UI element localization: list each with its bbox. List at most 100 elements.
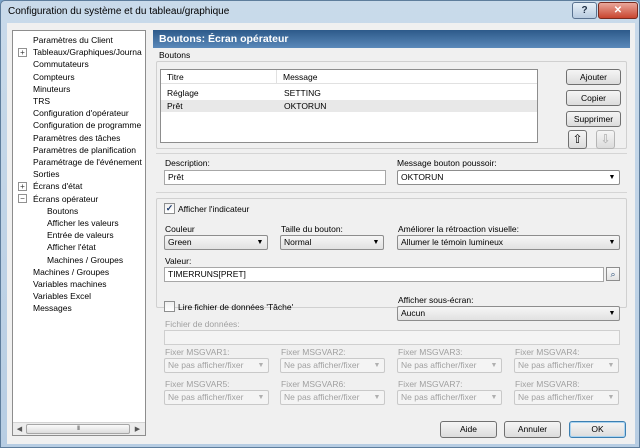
list-row[interactable]: Réglage SETTING [161, 87, 537, 99]
push-message-select[interactable]: OKTORUN ▼ [397, 170, 620, 185]
chevron-down-icon: ▼ [257, 394, 265, 401]
tree-item[interactable]: Minuteurs [32, 83, 71, 95]
column-title[interactable]: Titre [161, 70, 277, 84]
data-file-label: Fichier de données: [165, 319, 240, 329]
tree-item[interactable]: Messages [32, 302, 73, 314]
help-title-button[interactable]: ? [572, 2, 597, 19]
show-indicator-checkbox[interactable]: ✓ [164, 203, 175, 214]
tree-horizontal-scrollbar[interactable]: ◀ III ▶ [13, 422, 145, 435]
tree-item-label: Machines / Groupes [33, 266, 110, 277]
tree-item[interactable]: Écrans opérateur [32, 193, 99, 205]
scroll-thumb[interactable]: III [26, 424, 130, 434]
row-title: Prêt [167, 101, 183, 111]
tree-item[interactable]: Variables machines [32, 278, 108, 290]
collapse-icon[interactable]: − [18, 194, 27, 204]
tree-item-label: Paramètres de planification [33, 144, 137, 155]
tree-item-label: Afficher les valeurs [47, 218, 119, 228]
tree-item-label: Machines / Groupes [47, 254, 124, 265]
sub-screen-select[interactable]: Aucun ▼ [397, 306, 620, 321]
settings-tree[interactable]: Paramètres du Client Tableaux/Graphiques/… [12, 30, 146, 436]
tree-item-label: Configuration d'opérateur [33, 108, 129, 119]
row-message: SETTING [284, 88, 321, 98]
tree-item-label: Compteurs [33, 71, 75, 82]
tree-item[interactable]: Configuration de programme [32, 119, 142, 131]
separator [156, 192, 627, 193]
tree-item[interactable]: Afficher les valeurs [46, 217, 120, 229]
msgvar-value: Ne pas afficher/fixer [518, 392, 594, 402]
tree-item[interactable]: Variables Excel [32, 290, 92, 302]
tree-item[interactable]: Boutons [46, 205, 80, 217]
separator [156, 153, 627, 154]
expand-icon[interactable]: + [18, 47, 27, 57]
close-window-button[interactable]: ✕ [598, 2, 638, 19]
list-row-selected[interactable]: Prêt OKTORUN [161, 100, 537, 112]
tree-item[interactable]: Paramètres du Client [32, 34, 114, 46]
scroll-left-icon[interactable]: ◀ [14, 424, 25, 435]
tree-item[interactable]: Paramètres des tâches [32, 132, 121, 144]
panel-title: Boutons: Écran opérateur [153, 30, 630, 48]
data-file-input[interactable] [164, 330, 620, 345]
visual-feedback-label: Améliorer la rétroaction visuelle: [398, 224, 519, 234]
tree-item-label: Configuration de programme [33, 120, 142, 131]
msgvar-label: Fixer MSGVAR4: [515, 347, 580, 357]
tree-item[interactable]: Tableaux/Graphiques/Journa [32, 46, 143, 58]
tree-item[interactable]: Compteurs [32, 71, 76, 83]
tree-item[interactable]: TRS [32, 95, 51, 107]
msgvar-select[interactable]: Ne pas afficher/fixer ▼ [397, 390, 502, 405]
row-message: OKTORUN [284, 101, 327, 111]
delete-button[interactable]: Supprimer [566, 111, 621, 127]
tree-item[interactable]: Configuration d'opérateur [32, 107, 130, 119]
description-input[interactable]: Prêt [164, 170, 386, 185]
chevron-down-icon: ▼ [608, 174, 616, 181]
ok-button[interactable]: OK [569, 421, 626, 438]
list-header: Titre Message [161, 70, 537, 84]
msgvar-select[interactable]: Ne pas afficher/fixer ▼ [164, 358, 269, 373]
operator-screen-panel: Boutons: Écran opérateur Boutons Titre M… [153, 30, 630, 412]
help-button[interactable]: Aide [440, 421, 497, 438]
tree-item[interactable]: Commutateurs [32, 58, 90, 70]
config-window: Configuration du système et du tableau/g… [0, 0, 640, 448]
msgvar-select[interactable]: Ne pas afficher/fixer ▼ [514, 358, 619, 373]
value-input[interactable]: TIMERRUNS[PRET] [164, 267, 604, 282]
tree-item-label: Messages [33, 303, 72, 314]
chevron-down-icon: ▼ [608, 239, 616, 246]
tree-item[interactable]: Paramétrage de l'événement [32, 156, 143, 168]
msgvar-select[interactable]: Ne pas afficher/fixer ▼ [164, 390, 269, 405]
visual-feedback-select[interactable]: Allumer le témoin lumineux ▼ [397, 235, 620, 250]
msgvar-select[interactable]: Ne pas afficher/fixer ▼ [280, 358, 385, 373]
buttons-group-label: Boutons [159, 50, 191, 60]
msgvar-value: Ne pas afficher/fixer [284, 360, 360, 370]
msgvar-select[interactable]: Ne pas afficher/fixer ▼ [397, 358, 502, 373]
button-size-value: Normal [284, 237, 312, 247]
tree-item[interactable]: Machines / Groupes [32, 266, 110, 278]
add-button[interactable]: Ajouter [566, 69, 621, 85]
tree-item[interactable]: Paramètres de planification [32, 144, 137, 156]
move-down-button[interactable]: ⇩ [596, 130, 615, 149]
tree-item[interactable]: Écrans d'état [32, 180, 83, 192]
msgvar-select[interactable]: Ne pas afficher/fixer ▼ [514, 390, 619, 405]
tree-item-label: Écrans opérateur [33, 193, 99, 204]
tree-item[interactable]: Machines / Groupes [46, 254, 124, 266]
cancel-button[interactable]: Annuler [504, 421, 561, 438]
msgvar-value: Ne pas afficher/fixer [518, 360, 594, 370]
tree-item[interactable]: Sorties [32, 168, 60, 180]
description-label: Description: [165, 158, 210, 168]
button-size-select[interactable]: Normal ▼ [280, 235, 384, 250]
column-message[interactable]: Message [277, 70, 537, 84]
copy-button[interactable]: Copier [566, 90, 621, 106]
read-task-file-checkbox[interactable] [164, 301, 175, 312]
color-select[interactable]: Green ▼ [164, 235, 268, 250]
buttons-list[interactable]: Titre Message Réglage SETTING Prêt OKTOR… [160, 69, 538, 143]
search-icon[interactable]: ⌕ [606, 267, 620, 281]
tree-item-label: Écrans d'état [33, 181, 83, 192]
expand-icon[interactable]: + [18, 181, 27, 191]
tree-item[interactable]: Entrée de valeurs [46, 229, 115, 241]
tree-item-label: Paramètres des tâches [33, 132, 121, 143]
tree-item-label: Minuteurs [33, 83, 71, 94]
tree-item[interactable]: Afficher l'état [46, 241, 97, 253]
msgvar-select[interactable]: Ne pas afficher/fixer ▼ [280, 390, 385, 405]
move-up-button[interactable]: ⇧ [568, 130, 587, 149]
msgvar-value: Ne pas afficher/fixer [168, 392, 244, 402]
title-bar[interactable]: Configuration du système et du tableau/g… [1, 1, 639, 23]
scroll-right-icon[interactable]: ▶ [132, 424, 143, 435]
